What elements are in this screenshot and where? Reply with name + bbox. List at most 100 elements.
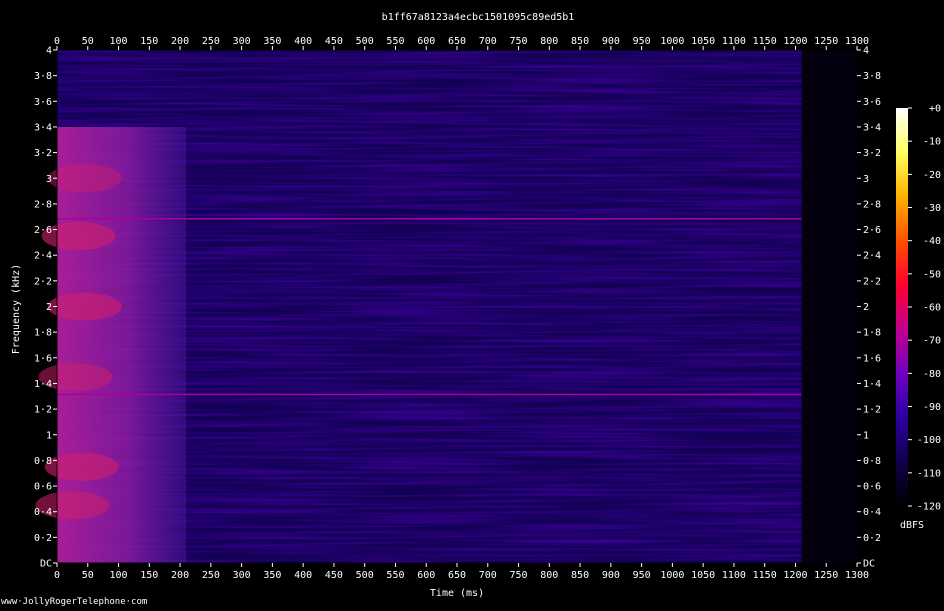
x-tick-label-top: 450	[325, 36, 343, 47]
x-tick-label-bottom: 650	[448, 570, 466, 581]
y-tick-label-left: 2·2	[34, 276, 52, 287]
y-tick-label-left: 3·4	[34, 122, 52, 133]
y-tick-label-left: 2·8	[34, 199, 52, 210]
y-tick-label-right: 1	[863, 430, 869, 441]
colorbar-tick-label: -60	[923, 303, 941, 314]
x-tick-label-top: 1200	[783, 36, 807, 47]
y-tick-label-right: 2·2	[863, 276, 881, 287]
x-tick-label-top: 1000	[660, 36, 684, 47]
x-tick-label-top: 400	[294, 36, 312, 47]
x-tick-label-bottom: 800	[540, 570, 558, 581]
x-tick-label-bottom: 50	[82, 570, 94, 581]
x-tick-label-bottom: 250	[202, 570, 220, 581]
x-tick-label-bottom: 100	[110, 570, 128, 581]
region-silence	[801, 50, 857, 563]
x-tick-label-bottom: 150	[140, 570, 158, 581]
y-axis-label: Frequency (kHz)	[11, 264, 22, 354]
x-tick-label-bottom: 900	[602, 570, 620, 581]
x-tick-label-top: 100	[110, 36, 128, 47]
y-tick-label-right: 3·6	[863, 97, 881, 108]
x-tick-label-bottom: 0	[54, 570, 60, 581]
y-tick-label-left: 1·2	[34, 405, 52, 416]
burst-hotspot	[44, 452, 119, 481]
x-tick-label-top: 50	[82, 36, 94, 47]
y-tick-label-left: 0·2	[34, 533, 52, 544]
x-tick-label-top: 500	[356, 36, 374, 47]
y-tick-label-right: 4	[863, 46, 869, 57]
x-tick-label-top: 750	[510, 36, 528, 47]
colorbar-tick-label: -100	[917, 435, 941, 446]
spectrogram-chart: b1ff67a8123a4ecbc1501095c89ed5b1 0 50 100 1…	[11, 12, 941, 599]
x-tick-label-top: 1050	[691, 36, 715, 47]
footer-credit: www·JollyRogerTelephone·com	[1, 597, 148, 607]
x-tick-label-bottom: 1000	[660, 570, 684, 581]
y-tick-label-left: 1·8	[34, 328, 52, 339]
x-tick-label-bottom: 1100	[722, 570, 746, 581]
colorbar-tick-label: -120	[917, 502, 941, 513]
region-tone-line	[57, 218, 802, 220]
colorbar-tick-label: -40	[923, 236, 941, 247]
x-axis-label: Time (ms)	[430, 588, 484, 599]
x-tick-label-top: 150	[140, 36, 158, 47]
x-tick-label-bottom: 1250	[814, 570, 838, 581]
colorbar-tick-label: +0	[929, 104, 941, 115]
colorbar-tick-label: -10	[923, 137, 941, 148]
x-tick-label-bottom: 1050	[691, 570, 715, 581]
y-tick-label-right: 1·2	[863, 405, 881, 416]
x-tick-label-bottom: 300	[233, 570, 251, 581]
x-tick-label-bottom: 1150	[753, 570, 777, 581]
x-tick-label-bottom: 400	[294, 570, 312, 581]
burst-hotspot	[47, 292, 122, 321]
region-tone-line	[57, 393, 802, 396]
colorbar-tick-label: -90	[923, 402, 941, 413]
x-tick-label-top: 0	[54, 36, 60, 47]
y-tick-label-right: 0·4	[863, 507, 881, 518]
y-tick-label-right: 2	[863, 302, 869, 313]
colorbar-tick-label: -20	[923, 170, 941, 181]
x-tick-label-top: 650	[448, 36, 466, 47]
x-tick-label-bottom: 200	[171, 570, 189, 581]
colorbar-tick-label: -110	[917, 468, 941, 479]
x-tick-label-bottom: 1200	[783, 570, 807, 581]
y-tick-label-left: 4	[46, 46, 52, 57]
y-tick-label-left: 1·4	[34, 379, 52, 390]
y-tick-label-right: 3·4	[863, 122, 881, 133]
y-tick-label-left: 1·6	[34, 353, 52, 364]
x-tick-label-top: 250	[202, 36, 220, 47]
y-tick-label-right: 0·8	[863, 456, 881, 467]
x-tick-label-top: 600	[417, 36, 435, 47]
y-tick-label-left: 0·4	[34, 507, 52, 518]
y-tick-label-left: 2	[46, 302, 52, 313]
x-tick-label-top: 200	[171, 36, 189, 47]
colorbar-label: dBFS	[900, 520, 924, 531]
x-tick-label-top: 850	[571, 36, 589, 47]
colorbar-tick-label: -50	[923, 269, 941, 280]
colorbar-tick-label: -80	[923, 369, 941, 380]
y-tick-label-right: 3·2	[863, 148, 881, 159]
x-tick-label-top: 350	[263, 36, 281, 47]
y-tick-label-right: 2·8	[863, 199, 881, 210]
y-tick-label-left: 1	[46, 430, 52, 441]
colorbar-tick-label: -70	[923, 336, 941, 347]
x-tick-label-top: 1150	[753, 36, 777, 47]
burst-hotspot	[41, 221, 116, 250]
colorbar-gradient	[896, 108, 908, 506]
x-tick-label-top: 550	[386, 36, 404, 47]
x-tick-label-top: 900	[602, 36, 620, 47]
x-axis-top: 0 50 100 150 200 250 300 350 400 450 500 550 600 650 7…	[54, 36, 869, 50]
y-tick-label-right: DC	[863, 559, 875, 570]
colorbar-tick-label: -30	[923, 203, 941, 214]
colorbar-ticks: +0 -10 -20 -30 -40 -50 -60 -70 -80 -90 -100 -110 -12…	[908, 104, 941, 513]
colorbar: +0 -10 -20 -30 -40 -50 -60 -70 -80 -90 -100 -110 -12…	[896, 104, 941, 531]
x-tick-label-top: 950	[633, 36, 651, 47]
y-tick-label-right: 1·4	[863, 379, 881, 390]
y-tick-label-left: DC	[40, 559, 52, 570]
x-tick-label-top: 1100	[722, 36, 746, 47]
y-tick-label-left: 3·8	[34, 71, 52, 82]
x-tick-label-bottom: 350	[263, 570, 281, 581]
burst-hotspot	[47, 164, 122, 193]
x-tick-label-top: 700	[479, 36, 497, 47]
y-tick-label-left: 2·6	[34, 225, 52, 236]
y-axis-right: 4 3·8 3·6 3·4 3·2 3 2·8 2·6 2·4 2·2 2 1·8 1·6 1·4 1·2 1…	[857, 46, 881, 570]
x-tick-label-bottom: 700	[479, 570, 497, 581]
